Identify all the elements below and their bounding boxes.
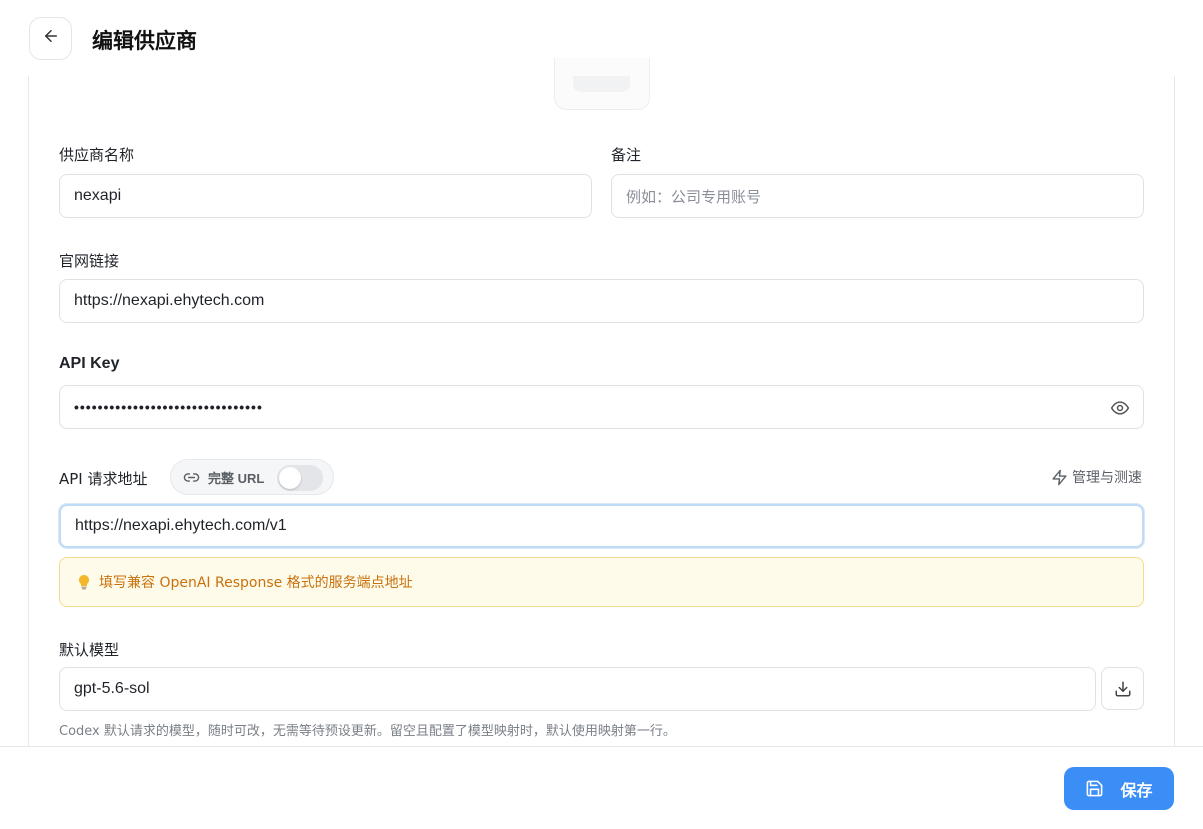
api-key-value: •••••••••••••••••••••••••••••••• <box>74 399 263 415</box>
name-input[interactable]: nexapi <box>59 174 592 218</box>
api-key-input[interactable]: •••••••••••••••••••••••••••••••• <box>59 385 1144 429</box>
page-title: 编辑供应商 <box>92 29 197 53</box>
endpoint-hint-text: 填写兼容 OpenAI Response 格式的服务端点地址 <box>99 575 413 591</box>
endpoint-label: API 请求地址 <box>59 470 148 488</box>
note-label: 备注 <box>611 146 642 164</box>
lightbulb-icon <box>77 574 91 590</box>
link-icon <box>183 469 200 486</box>
manage-speedtest-link[interactable]: 管理与测速 <box>1051 467 1142 487</box>
back-button[interactable] <box>29 17 72 60</box>
note-input[interactable]: 例如：公司专用账号 <box>611 174 1144 218</box>
full-url-toggle-label: 完整 URL <box>208 470 265 486</box>
save-button[interactable]: 保存 <box>1064 767 1174 810</box>
website-label: 官网链接 <box>59 252 120 270</box>
model-input[interactable]: gpt-5.6-sol <box>59 667 1096 711</box>
full-url-toggle[interactable]: 完整 URL <box>170 459 334 495</box>
full-url-switch[interactable] <box>277 465 323 491</box>
api-key-label: API Key <box>59 355 120 372</box>
fetch-models-button[interactable] <box>1101 667 1144 710</box>
model-label: 默认模型 <box>59 641 120 659</box>
model-help-text: Codex 默认请求的模型，随时可改，无需等待预设更新。留空且配置了模型映射时，… <box>59 724 676 739</box>
switch-knob <box>279 467 301 489</box>
provider-logo-placeholder <box>573 76 630 92</box>
endpoint-hint: 填写兼容 OpenAI Response 格式的服务端点地址 <box>59 557 1144 607</box>
arrow-left-icon <box>42 27 60 50</box>
save-icon <box>1085 779 1104 798</box>
manage-speedtest-label: 管理与测速 <box>1072 470 1142 486</box>
name-label: 供应商名称 <box>59 146 135 164</box>
save-button-label: 保存 <box>1120 780 1153 800</box>
download-icon <box>1114 680 1132 698</box>
eye-icon[interactable] <box>1110 398 1130 423</box>
zap-icon <box>1051 469 1068 486</box>
endpoint-input[interactable]: https://nexapi.ehytech.com/v1 <box>59 504 1144 548</box>
website-input[interactable]: https://nexapi.ehytech.com <box>59 279 1144 323</box>
footer-bar <box>0 746 1203 829</box>
